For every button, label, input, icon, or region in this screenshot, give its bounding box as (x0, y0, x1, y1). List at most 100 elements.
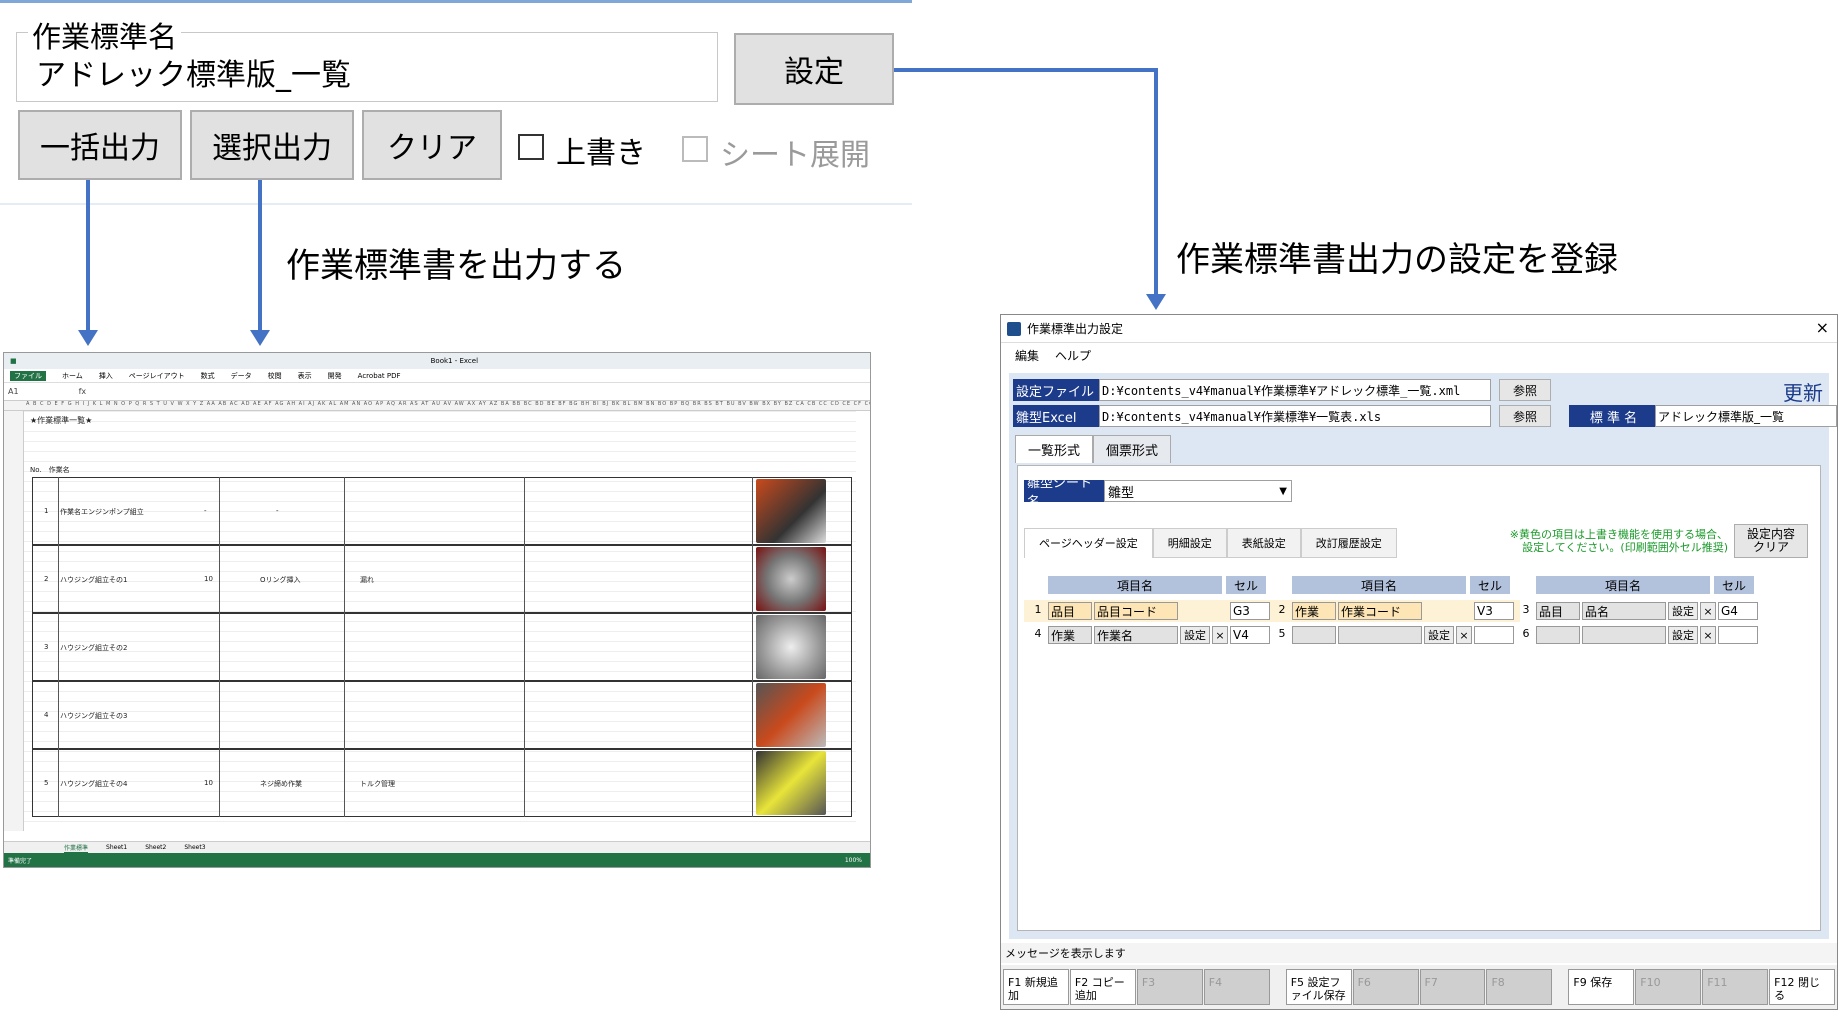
subtab-page-header[interactable]: ページヘッダー設定 (1024, 528, 1153, 558)
ribbon-tab[interactable]: ページレイアウト (129, 371, 185, 381)
item-set-button[interactable]: 設定 (1424, 626, 1454, 644)
row-qty: 10 (204, 779, 213, 787)
standard-name-value[interactable]: アドレック標準版_一覧 (36, 50, 351, 94)
table-row (32, 545, 852, 613)
f11-button[interactable]: F11 (1702, 969, 1769, 1005)
template-excel-path[interactable]: D:¥contents_v4¥manual¥作業標準¥一覧表.xls (1099, 405, 1491, 427)
close-icon[interactable]: × (1700, 626, 1716, 644)
row-no: 5 (44, 779, 49, 787)
photo-pump (756, 479, 826, 543)
header-row: No. 作業名 (30, 466, 70, 474)
update-link[interactable]: 更新 (1783, 377, 1823, 406)
col-cell-header: セル (1470, 576, 1510, 594)
arrow-settings-h (894, 68, 1158, 72)
item-set-button[interactable]: 設定 (1180, 626, 1210, 644)
item-category[interactable]: 品目 (1048, 602, 1092, 620)
note-line: ※黄色の項目は上書き機能を使用する場合、 (1509, 528, 1728, 541)
item-cell[interactable] (1474, 626, 1514, 644)
template-sheet-select[interactable]: 雛型 ▼ (1104, 480, 1292, 502)
close-icon[interactable]: × (1700, 602, 1716, 620)
row-part: ネジ締め作業 (260, 780, 302, 788)
item-field[interactable]: 作業名 (1094, 626, 1178, 644)
zoom-level[interactable]: 100% (845, 857, 862, 864)
item-cell[interactable] (1718, 626, 1758, 644)
ribbon-tab[interactable]: ファイル (10, 370, 46, 381)
arrow-head-icon (250, 330, 270, 346)
close-icon[interactable]: × (1212, 626, 1228, 644)
ribbon-tab[interactable]: 表示 (298, 371, 312, 381)
clear-settings-button[interactable]: 設定内容 クリア (1734, 524, 1808, 558)
menu-help[interactable]: ヘルプ (1055, 347, 1091, 364)
row-name: ハウジング組立その3 (60, 712, 128, 720)
ribbon-tab[interactable]: ホーム (62, 371, 83, 381)
f5-button[interactable]: F5 設定ファイル保存 (1285, 969, 1352, 1005)
sheet-expand-checkbox[interactable] (682, 136, 708, 162)
ribbon-tab[interactable]: Acrobat PDF (358, 372, 401, 380)
browse-settings-button[interactable]: 参照 (1499, 379, 1551, 401)
subtab-detail[interactable]: 明細設定 (1152, 528, 1227, 558)
f8-button[interactable]: F8 (1486, 969, 1553, 1005)
sheet-tab[interactable]: Sheet2 (145, 844, 166, 851)
item-field[interactable]: 作業コード (1338, 602, 1422, 620)
clear-button[interactable]: クリア (362, 110, 502, 180)
ribbon-tab[interactable]: 数式 (201, 371, 215, 381)
std-name-field[interactable]: アドレック標準版_一覧 (1655, 405, 1837, 427)
cell-ref[interactable]: A1 (8, 387, 19, 396)
f1-button[interactable]: F1 新規追加 (1003, 969, 1069, 1005)
row-name: ハウジング組立その2 (60, 644, 128, 652)
sheet-area[interactable]: ★作業標準一覧★ No. 作業名 1 作業名エンジンポンプ組立 - - 2 ハウ… (4, 411, 870, 831)
f10-button[interactable]: F10 (1635, 969, 1702, 1005)
clear-settings-line: クリア (1752, 540, 1789, 554)
settings-file-path[interactable]: D:¥contents_v4¥manual¥作業標準¥アドレック標準_一覧.xm… (1099, 379, 1491, 401)
f7-button[interactable]: F7 (1419, 969, 1486, 1005)
item-field[interactable] (1582, 626, 1666, 644)
f9-button[interactable]: F9 保存 (1568, 969, 1635, 1005)
ribbon-tab[interactable]: 校閲 (268, 371, 282, 381)
item-category[interactable]: 品目 (1536, 602, 1580, 620)
settings-file-label: 設定ファイル (1013, 379, 1099, 401)
item-category[interactable]: 作業 (1048, 626, 1092, 644)
f2-button[interactable]: F2 コピー追加 (1069, 969, 1136, 1005)
item-cell[interactable]: G3 (1230, 602, 1270, 620)
f6-button[interactable]: F6 (1352, 969, 1419, 1005)
f12-button[interactable]: F12 閉じる (1769, 969, 1836, 1005)
menu-edit[interactable]: 編集 (1015, 347, 1039, 364)
sheet-tab[interactable]: Sheet3 (184, 844, 205, 851)
sheet-tab[interactable]: Sheet1 (106, 844, 127, 851)
item-set-button[interactable]: 設定 (1668, 602, 1698, 620)
bulk-output-button[interactable]: 一括出力 (18, 110, 182, 180)
ribbon-tab[interactable]: データ (231, 371, 252, 381)
tab-individual-format[interactable]: 個票形式 (1093, 435, 1172, 463)
item-category[interactable]: 作業 (1292, 602, 1336, 620)
overwrite-checkbox[interactable] (518, 134, 544, 160)
set-button[interactable]: 設定 (734, 33, 894, 105)
item-category[interactable] (1536, 626, 1580, 644)
item-field[interactable]: 品名 (1582, 602, 1666, 620)
col-cell-header: セル (1714, 576, 1754, 594)
subtab-revision[interactable]: 改訂履歴設定 (1300, 528, 1397, 558)
item-category[interactable] (1292, 626, 1336, 644)
item-cell[interactable]: G4 (1718, 602, 1758, 620)
item-field[interactable] (1338, 626, 1422, 644)
close-icon[interactable]: × (1816, 318, 1829, 337)
select-output-button[interactable]: 選択出力 (190, 110, 354, 180)
panel-separator (0, 203, 912, 205)
f4-button[interactable]: F4 (1203, 969, 1270, 1005)
item-number: 6 (1522, 627, 1530, 640)
close-icon[interactable]: × (1456, 626, 1472, 644)
output-caption: 作業標準書を出力する (286, 246, 626, 286)
subtab-cover[interactable]: 表紙設定 (1226, 528, 1301, 558)
browse-template-button[interactable]: 参照 (1499, 405, 1551, 427)
arrow-bulk-output (86, 180, 90, 332)
ribbon-tab[interactable]: 開発 (328, 371, 342, 381)
item-set-button[interactable]: 設定 (1668, 626, 1698, 644)
ribbon-tab[interactable]: 挿入 (99, 371, 113, 381)
item-field[interactable]: 品目コード (1094, 602, 1178, 620)
sheet-tab[interactable]: 作業標準 (64, 843, 89, 853)
item-cell[interactable]: V4 (1230, 626, 1270, 644)
f3-button[interactable]: F3 (1136, 969, 1203, 1005)
formula-bar[interactable]: A1 fx (4, 383, 870, 401)
dialog-titlebar: 作業標準出力設定 (1001, 315, 1837, 343)
item-cell[interactable]: V3 (1474, 602, 1514, 620)
tab-list-format[interactable]: 一覧形式 (1015, 435, 1094, 463)
